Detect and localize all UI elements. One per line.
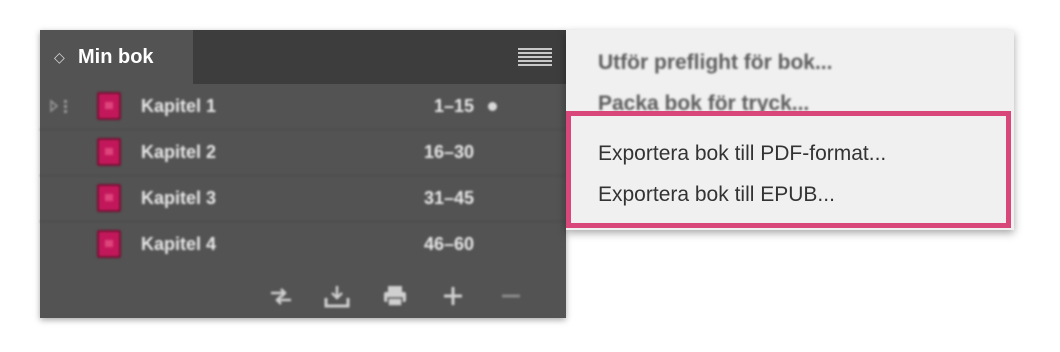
panel-title: Min bok bbox=[78, 45, 154, 68]
hamburger-menu-icon[interactable] bbox=[518, 48, 552, 66]
menu-item-preflight-book[interactable]: Utför preflight för bok... bbox=[598, 51, 832, 75]
panel-tab-bar: ◇ Min bok bbox=[40, 30, 566, 84]
document-name: Kapitel 4 bbox=[141, 234, 217, 254]
indesign-document-icon bbox=[97, 138, 121, 166]
collapse-arrows-icon[interactable]: ◇ bbox=[54, 50, 68, 64]
document-list: Kapitel 1 1–15 Kapitel 2 16–30 Kapitel 3… bbox=[40, 84, 566, 267]
page-range: 1–15 bbox=[433, 96, 474, 116]
synchronize-icon[interactable] bbox=[268, 284, 294, 308]
list-item[interactable]: Kapitel 3 31–45 bbox=[40, 176, 566, 222]
modified-status-icon bbox=[488, 102, 497, 111]
highlight-frame bbox=[566, 111, 1011, 228]
list-item[interactable]: Kapitel 4 46–60 bbox=[40, 222, 566, 267]
document-name: Kapitel 3 bbox=[141, 188, 217, 208]
indesign-document-icon bbox=[97, 184, 121, 212]
list-item[interactable]: Kapitel 1 1–15 bbox=[40, 84, 566, 130]
document-name: Kapitel 2 bbox=[141, 142, 217, 162]
page-range: 16–30 bbox=[423, 142, 474, 162]
indesign-document-icon bbox=[97, 230, 121, 258]
remove-document-icon[interactable] bbox=[498, 284, 524, 308]
page-range: 46–60 bbox=[423, 234, 474, 254]
indesign-document-icon bbox=[97, 92, 121, 120]
print-book-icon[interactable] bbox=[382, 284, 408, 308]
book-panel: ◇ Min bok Kapitel 1 1–15 Kapitel 2 16–30 bbox=[40, 30, 566, 318]
page-range: 31–45 bbox=[423, 188, 474, 208]
document-name: Kapitel 1 bbox=[141, 96, 217, 116]
panel-toolbar bbox=[268, 280, 558, 312]
tab-min-bok[interactable]: ◇ Min bok bbox=[40, 30, 193, 84]
list-item[interactable]: Kapitel 2 16–30 bbox=[40, 130, 566, 176]
style-source-icon bbox=[50, 99, 67, 113]
save-book-icon[interactable] bbox=[324, 284, 350, 308]
add-document-icon[interactable] bbox=[440, 284, 466, 308]
